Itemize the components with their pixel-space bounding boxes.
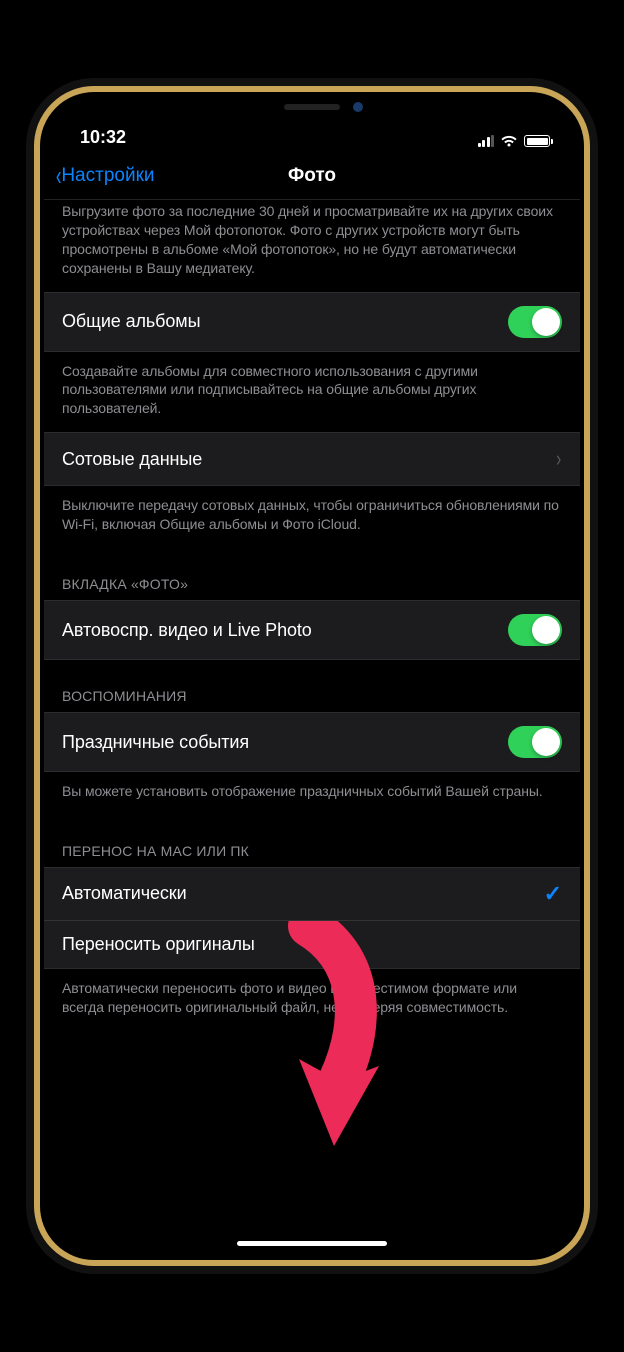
holiday-events-cell[interactable]: Праздничные события bbox=[44, 712, 580, 772]
transfer-auto-label: Автоматически bbox=[62, 883, 187, 904]
speaker-grille bbox=[284, 104, 340, 110]
cellular-data-footer: Выключите передачу сотовых данных, чтобы… bbox=[44, 486, 580, 548]
shared-albums-cell[interactable]: Общие альбомы bbox=[44, 292, 580, 352]
shared-albums-footer: Создавайте альбомы для совместного испол… bbox=[44, 352, 580, 433]
autoplay-switch[interactable] bbox=[508, 614, 562, 646]
holiday-events-label: Праздничные события bbox=[62, 732, 249, 753]
settings-scroll[interactable]: Выгрузите фото за последние 30 дней и пр… bbox=[44, 200, 580, 1256]
memories-footer: Вы можете установить отображение праздни… bbox=[44, 772, 580, 815]
transfer-auto-cell[interactable]: Автоматически ✓ bbox=[44, 867, 580, 921]
photostream-footer: Выгрузите фото за последние 30 дней и пр… bbox=[44, 200, 580, 292]
wifi-icon bbox=[500, 134, 518, 148]
transfer-header: ПЕРЕНОС НА MAC ИЛИ ПК bbox=[44, 815, 580, 867]
notch bbox=[197, 92, 427, 122]
navigation-bar: ‹ Настройки Фото bbox=[44, 152, 580, 200]
transfer-footer: Автоматически переносить фото и видео в … bbox=[44, 969, 580, 1031]
front-camera bbox=[353, 102, 363, 112]
cellular-signal-icon bbox=[478, 135, 495, 147]
transfer-options-group: Автоматически ✓ Переносить оригиналы bbox=[44, 867, 580, 969]
chevron-right-icon: › bbox=[556, 446, 561, 472]
phone-frame: 10:32 ‹ Настройки Фото Выгрузите ф bbox=[34, 86, 590, 1266]
shared-albums-label: Общие альбомы bbox=[62, 311, 200, 332]
checkmark-icon: ✓ bbox=[544, 881, 562, 907]
back-button[interactable]: ‹ Настройки bbox=[54, 162, 155, 190]
home-indicator[interactable] bbox=[237, 1241, 387, 1246]
chevron-back-icon: ‹ bbox=[56, 162, 62, 190]
screen: 10:32 ‹ Настройки Фото Выгрузите ф bbox=[44, 96, 580, 1256]
holiday-events-switch[interactable] bbox=[508, 726, 562, 758]
cellular-data-cell[interactable]: Сотовые данные › bbox=[44, 432, 580, 486]
transfer-originals-label: Переносить оригиналы bbox=[62, 934, 255, 955]
shared-albums-switch[interactable] bbox=[508, 306, 562, 338]
back-label: Настройки bbox=[61, 165, 154, 187]
photos-tab-header: ВКЛАДКА «ФОТО» bbox=[44, 548, 580, 600]
autoplay-cell[interactable]: Автовоспр. видео и Live Photo bbox=[44, 600, 580, 660]
memories-header: ВОСПОМИНАНИЯ bbox=[44, 660, 580, 712]
battery-icon bbox=[524, 135, 550, 147]
autoplay-label: Автовоспр. видео и Live Photo bbox=[62, 620, 312, 641]
status-time: 10:32 bbox=[80, 127, 126, 148]
cellular-data-label: Сотовые данные bbox=[62, 449, 202, 470]
transfer-originals-cell[interactable]: Переносить оригиналы bbox=[44, 921, 580, 969]
page-title: Фото bbox=[288, 165, 336, 187]
status-icons bbox=[478, 134, 551, 148]
